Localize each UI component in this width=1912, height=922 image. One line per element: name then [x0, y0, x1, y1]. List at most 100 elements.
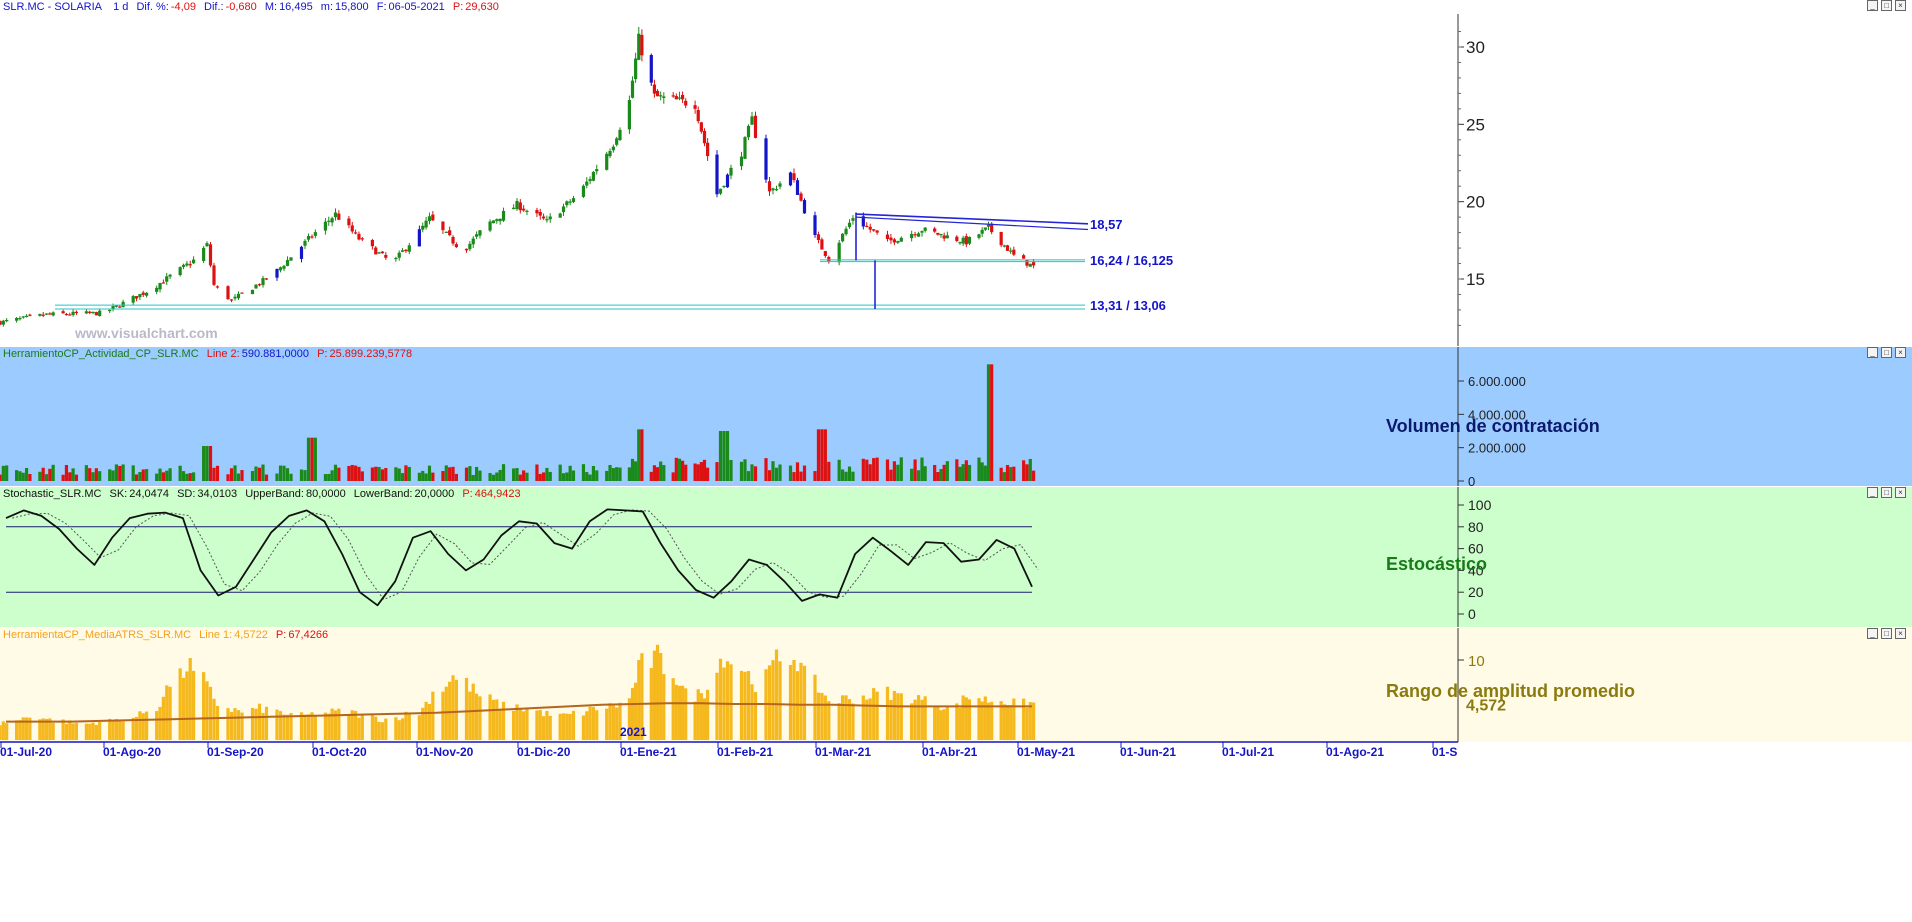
atr-bar	[191, 670, 196, 740]
stoch-window-controls: _ □ ×	[1864, 487, 1906, 499]
volume-bar	[558, 464, 562, 481]
price-candle-body	[945, 235, 949, 239]
atr-bar	[910, 703, 914, 740]
atr-bar	[226, 708, 230, 740]
atr-bar	[1009, 705, 1013, 740]
maximize-icon[interactable]: □	[1881, 487, 1892, 498]
atr-bar	[380, 722, 385, 740]
atr-bar	[208, 686, 213, 740]
price-candle-body	[771, 188, 775, 191]
price-candle-body	[512, 207, 516, 210]
max-label: M:	[264, 1, 278, 13]
volume-bar	[24, 467, 29, 481]
price-candle-body	[1009, 250, 1013, 252]
volume-bar	[208, 446, 213, 481]
price-candle-body	[799, 193, 803, 201]
price-candle-body	[851, 218, 855, 221]
maximize-icon[interactable]: □	[1881, 628, 1892, 639]
volume-bar	[191, 472, 196, 481]
volume-bar	[188, 473, 192, 481]
minimize-icon[interactable]: _	[1867, 0, 1878, 11]
price-candle-body	[98, 310, 102, 317]
volume-bar	[377, 467, 381, 481]
close-icon[interactable]: ×	[1895, 0, 1906, 11]
volume-bar	[138, 472, 142, 481]
atr-chart[interactable]: 104,57201-Jul-20 01-Ago-20 01-Sep-20 01-Oct…	[0, 628, 1912, 922]
volume-bar	[820, 429, 824, 481]
x-tick-label: 01-Ago-20	[103, 745, 161, 759]
price-candle-body	[892, 239, 896, 243]
price-candle-body	[38, 314, 42, 316]
atr-bar	[955, 703, 959, 740]
price-candle-body	[518, 202, 522, 211]
atr-bar	[424, 701, 428, 740]
stoch-chart[interactable]: 020406080100	[0, 487, 1912, 627]
minimize-icon[interactable]: _	[1867, 487, 1878, 498]
volume-bar	[114, 464, 119, 481]
volume-bar	[468, 466, 472, 481]
stoch-header: Stochastic_SLR.MC SK: 24,0474 SD: 34,0103 …	[0, 487, 1912, 501]
minimize-icon[interactable]: _	[1867, 628, 1878, 639]
atr-bar	[518, 708, 522, 740]
price-candle-body	[936, 232, 940, 235]
volume-bar	[561, 473, 566, 481]
volume-bar	[715, 462, 719, 481]
close-icon[interactable]: ×	[1895, 628, 1906, 639]
atr-bar	[495, 699, 499, 740]
price-candle-body	[827, 256, 831, 262]
atr-bar	[185, 671, 189, 740]
price-candle-body	[327, 220, 331, 222]
atr-bar	[5, 723, 9, 740]
price-candle-body	[571, 198, 576, 203]
volume-chart[interactable]: 02.000.0004.000.0006.000.000	[0, 347, 1912, 486]
price-candle-body	[868, 226, 872, 230]
atr-p-label: P:	[275, 629, 287, 641]
volume-bar	[627, 467, 631, 481]
volume-bar	[548, 471, 552, 481]
maximize-icon[interactable]: □	[1881, 0, 1892, 11]
volume-bar	[451, 466, 455, 481]
price-candle-body	[750, 116, 754, 125]
price-candle-body	[471, 238, 475, 245]
price-candle-body	[498, 218, 502, 222]
atr-bar	[792, 660, 796, 740]
volume-bar	[448, 467, 452, 481]
price-candle-body	[939, 233, 943, 236]
volume-bar	[498, 469, 502, 481]
maximize-icon[interactable]: □	[1881, 347, 1892, 358]
atr-bar	[655, 644, 660, 740]
price-candle-body	[394, 257, 398, 260]
atr-p-value: 67,4266	[288, 629, 329, 641]
close-icon[interactable]: ×	[1895, 347, 1906, 358]
atr-bar	[441, 691, 445, 740]
atr-bar	[872, 688, 876, 740]
volume-bar	[118, 465, 122, 481]
price-candle-body	[464, 248, 469, 251]
volume-bar	[61, 474, 65, 481]
atr-bar	[896, 693, 900, 740]
close-icon[interactable]: ×	[1895, 487, 1906, 498]
upperband-value: 80,0000	[305, 488, 346, 500]
atr-bar	[1025, 707, 1029, 740]
volume-bar	[515, 468, 519, 481]
atr-bar	[233, 708, 237, 740]
volume-bar	[330, 470, 334, 481]
price-candle-body	[357, 233, 361, 240]
price-candle-body	[920, 231, 924, 233]
minimize-icon[interactable]: _	[1867, 347, 1878, 358]
price-candle-body	[872, 229, 876, 231]
atr-bar	[923, 696, 927, 740]
atr-bar	[541, 716, 546, 740]
volume-bar	[131, 465, 135, 481]
volume-bar	[421, 470, 425, 481]
atr-bar	[250, 707, 255, 740]
volume-bar	[226, 474, 230, 481]
price-window-controls: _ □ ×	[1864, 0, 1906, 12]
volume-bar	[404, 465, 408, 481]
price-candle-body	[68, 314, 72, 316]
volume-p-label: P:	[317, 348, 328, 360]
price-candle-body	[753, 115, 758, 138]
price-candle-body	[983, 227, 987, 230]
dif-pct-value: -4,09	[170, 1, 196, 13]
price-chart[interactable]: 15 20 25 30 18,57 16,24 / 16,125 13,31 / 13,06	[0, 0, 1912, 346]
